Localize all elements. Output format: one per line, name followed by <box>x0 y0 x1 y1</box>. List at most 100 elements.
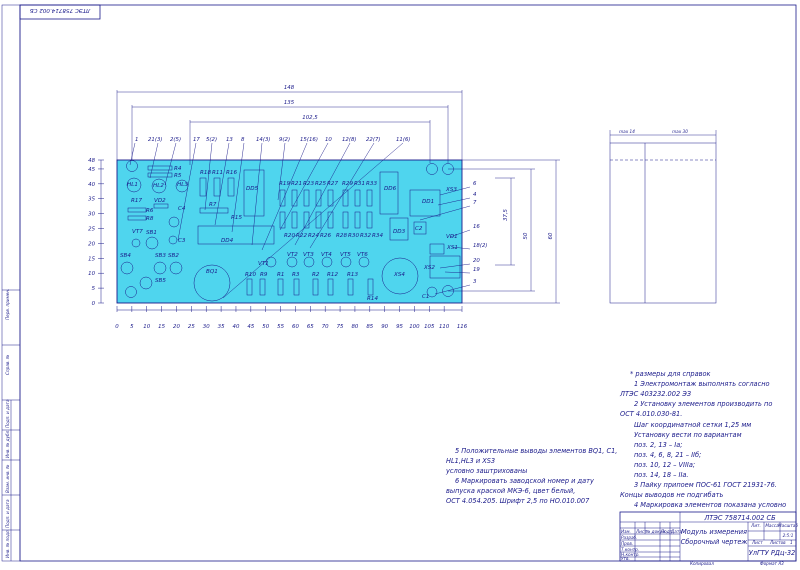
label-r18: R18 <box>200 170 211 176</box>
leader-18: 18(2) <box>473 243 488 249</box>
row-razrab: Разраб. <box>621 535 637 540</box>
title-code: ЛТЭС 758714.002 СБ <box>703 514 776 522</box>
y-tick-label: 0 <box>92 301 96 307</box>
label-r30: R30 <box>348 233 359 239</box>
label-hl1: HL1 <box>127 182 138 188</box>
row-date: Дата <box>670 529 682 534</box>
x-tick-label: 40 <box>233 324 240 330</box>
y-tick-label: 20 <box>88 241 95 247</box>
leader-1: 1 <box>135 137 138 143</box>
label-vt1: VT1 <box>258 261 269 267</box>
leader-17: 17 <box>193 137 200 143</box>
notes-right: * размеры для справок 1 Электромонтаж вы… <box>619 370 786 509</box>
note-r-11: 3 Пайку припоем ПОС-61 ГОСТ 21931-76. <box>634 481 777 489</box>
row-utv: Утв. <box>621 556 630 561</box>
leader-2: 2(5) <box>170 137 181 143</box>
x-tick-label: 30 <box>203 324 210 330</box>
x-tick-label: 15 <box>158 324 165 330</box>
label-dd4: DD4 <box>221 238 234 244</box>
note-l-4: выпуска краской МКЭ-6, цвет белый, <box>446 487 575 495</box>
label-dd1: DD1 <box>422 199 434 205</box>
dim-102-5: 102,5 <box>302 115 318 121</box>
leader-15: 15(16) <box>300 137 318 143</box>
title-name-1: Модуль измерения <box>681 528 747 536</box>
note-r-5: Шаг координатной сетки 1,25 мм <box>634 421 751 429</box>
label-c2: C2 <box>415 226 423 232</box>
leader-10: 10 <box>325 137 332 143</box>
label-hl3: HL3 <box>177 182 188 188</box>
note-r-7: поз. 2, 13 – Iа; <box>634 441 683 449</box>
label-r15: R15 <box>231 215 242 221</box>
label-dd3: DD3 <box>393 229 406 235</box>
label-sb5: SB5 <box>155 278 166 284</box>
format-label: Формат А3 <box>760 561 784 566</box>
label-r32: R32 <box>360 233 371 239</box>
x-tick-label: 116 <box>457 324 468 330</box>
note-l-3: 6 Маркировать заводской номер и дату <box>455 477 594 485</box>
dim-37-5: 37,5 <box>503 208 509 221</box>
dim-max-30: max 30 <box>672 129 688 134</box>
y-tick-label: 10 <box>88 271 95 277</box>
label-sb2: SB2 <box>168 253 179 259</box>
y-tick-label: 35 <box>88 197 95 203</box>
rotated-code: ЛТЭС 758714.002 СБ <box>30 7 92 13</box>
x-tick-label: 35 <box>218 324 225 330</box>
title-sheets-value: 1 <box>790 540 793 545</box>
margin-sign-date-2: Подп. и дата <box>5 499 10 528</box>
note-r-8: поз. 4, 6, 8, 21 – IIб; <box>634 451 701 459</box>
note-r-13: 4 Маркировка элементов показана условно <box>634 501 786 509</box>
note-r-4: ОСТ 4.010.030-81. <box>620 410 682 418</box>
note-r-2: ЛТЭС 403232.002 ЭЗ <box>619 390 692 398</box>
note-r-6: Установку вести по вариантам <box>634 431 742 439</box>
dimension-lines-right <box>448 159 560 304</box>
x-tick-label: 60 <box>292 324 299 330</box>
label-sb3: SB3 <box>155 253 166 259</box>
drawing-canvas: Перв. примен. Справ. № Подп. и дата Инв.… <box>1 4 798 566</box>
x-tick-label: 25 <box>188 324 195 330</box>
leader-6: 6 <box>473 181 477 187</box>
label-r22: R22 <box>296 233 307 239</box>
label-r19: R19 <box>279 181 290 187</box>
dim-60: 60 <box>548 232 554 239</box>
label-xs1: XS1 <box>446 245 458 251</box>
row-izm: Изм. <box>621 529 631 534</box>
leader-3: 3 <box>473 279 477 285</box>
dim-148: 148 <box>284 85 295 91</box>
copied-label: Копировал <box>690 561 714 566</box>
label-r5: R5 <box>174 173 182 179</box>
x-axis-scale: 0 5 10 15 20 25 30 35 40 45 50 55 60 65 70 75 80 85 90 95 10… <box>115 306 468 330</box>
label-r8: R8 <box>146 216 154 222</box>
x-tick-label: 85 <box>366 324 373 330</box>
y-tick-label: 48 <box>88 158 95 164</box>
note-l-1: HL1,HL3 и XS3 <box>446 457 495 465</box>
leader-11: 11(6) <box>396 137 411 143</box>
label-r25: R25 <box>315 181 326 187</box>
y-tick-label: 40 <box>88 182 95 188</box>
label-c1: C1 <box>422 294 429 300</box>
x-tick-label: 90 <box>381 324 388 330</box>
note-r-10: поз. 14, 18 – IIа. <box>634 471 689 479</box>
leader-19: 19 <box>473 267 480 273</box>
assembly-drawing-sheet: Перв. примен. Справ. № Подп. и дата Инв.… <box>0 0 800 566</box>
note-l-2: условно заштрихованы <box>445 467 527 475</box>
label-xs4: XS4 <box>393 272 405 278</box>
x-tick-label: 10 <box>143 324 150 330</box>
label-r4: R4 <box>174 166 182 172</box>
title-scale-value: 2:5:1 <box>783 533 794 538</box>
label-r14: R14 <box>367 296 378 302</box>
x-tick-label: 5 <box>130 324 134 330</box>
label-r20: R20 <box>284 233 295 239</box>
title-lit: Лит. <box>750 523 761 528</box>
margin-dup-inv: Инв. № дубл. <box>5 429 10 458</box>
title-sheet: Лист <box>751 540 763 545</box>
label-vd1: VD1 <box>446 234 458 240</box>
margin-repl-inv: Взам. инв. № <box>5 464 10 493</box>
x-tick-label: 0 <box>115 324 119 330</box>
label-xs3: XS3 <box>445 187 457 193</box>
label-r23: R23 <box>303 181 314 187</box>
label-r2: R2 <box>312 272 320 278</box>
label-r7: R7 <box>209 202 217 208</box>
dim-50: 50 <box>523 232 529 239</box>
label-r34: R34 <box>372 233 383 239</box>
x-tick-label: 20 <box>173 324 180 330</box>
